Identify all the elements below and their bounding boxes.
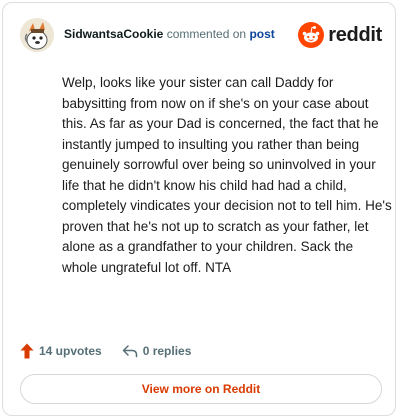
replies-stat[interactable]: 0 replies <box>122 344 192 358</box>
avatar-icon <box>20 18 54 52</box>
upvote-arrow-icon <box>20 343 34 359</box>
view-more-button[interactable]: View more on Reddit <box>20 374 382 404</box>
comment-footer: 14 upvotes 0 replies <box>20 339 191 363</box>
upvotes-count: 14 upvotes <box>39 344 102 358</box>
avatar[interactable] <box>20 18 54 52</box>
action-text: commented on <box>166 27 247 41</box>
post-link[interactable]: post <box>249 27 274 41</box>
reddit-logo[interactable]: reddit <box>298 21 382 49</box>
reply-icon <box>122 345 137 358</box>
comment-byline: SidwantsaCookie commented on post <box>64 26 275 42</box>
comment-header: SidwantsaCookie commented on post reddit <box>20 18 382 52</box>
embedded-comment-card: SidwantsaCookie commented on post reddit… <box>2 2 396 416</box>
comment-body: Welp, looks like your sister can call Da… <box>62 75 392 275</box>
upvotes-stat[interactable]: 14 upvotes <box>20 343 102 359</box>
reddit-wordmark: reddit <box>328 23 382 46</box>
replies-count: 0 replies <box>142 344 192 358</box>
reddit-logo-icon <box>298 22 325 48</box>
username-link[interactable]: SidwantsaCookie <box>64 27 163 41</box>
